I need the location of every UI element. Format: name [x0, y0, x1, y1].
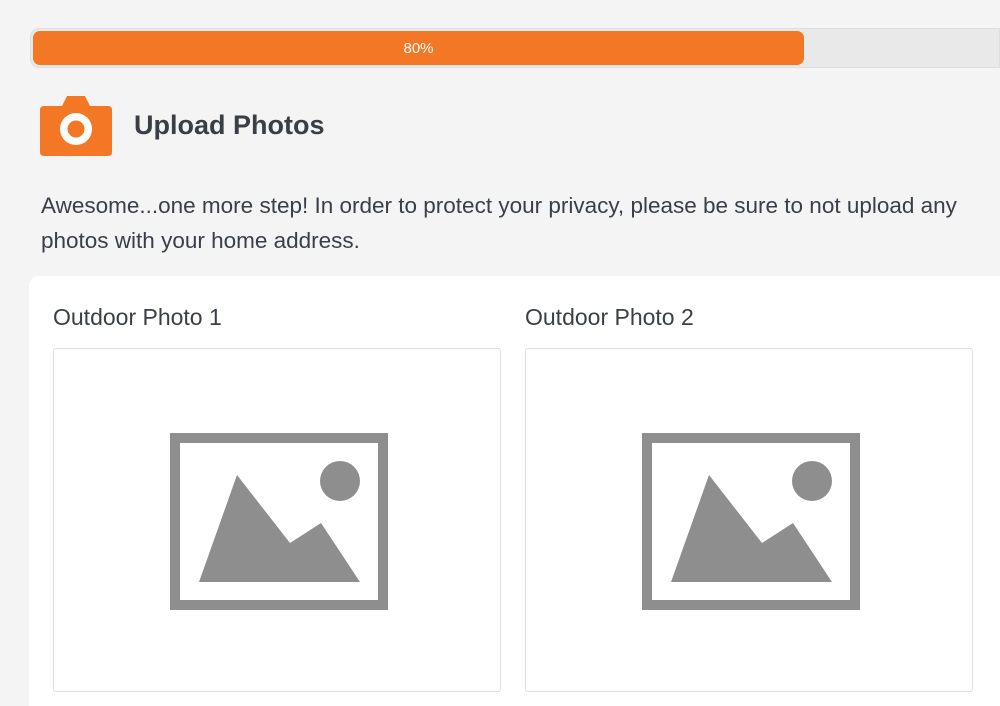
intro-text: Awesome...one more step! In order to pro…: [41, 193, 957, 253]
section-header: Upload Photos: [40, 94, 325, 156]
upload-slot-label: Outdoor Photo 1: [53, 304, 222, 330]
photo-dropzone-1[interactable]: [53, 348, 501, 692]
image-placeholder-icon: [642, 433, 860, 610]
upload-card: Outdoor Photo 1 Outdoor Photo 2: [29, 276, 1000, 706]
progress-fill: 80%: [33, 31, 804, 65]
progress-bar: 80%: [30, 28, 1000, 68]
camera-icon: [40, 96, 112, 156]
image-placeholder-icon: [170, 433, 388, 610]
photo-dropzone-2[interactable]: [525, 348, 973, 692]
progress-label: 80%: [403, 39, 434, 57]
upload-slot-label: Outdoor Photo 2: [525, 304, 694, 330]
page-title: Upload Photos: [134, 109, 325, 140]
